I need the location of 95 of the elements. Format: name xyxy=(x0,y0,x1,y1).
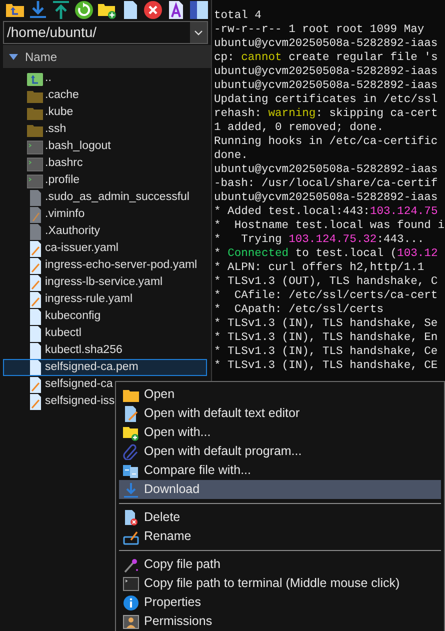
sort-arrow-icon xyxy=(9,54,18,60)
menu-item[interactable]: Open xyxy=(119,385,441,404)
file-icon xyxy=(27,342,43,358)
menu-item[interactable]: Permissions xyxy=(119,612,441,631)
file-icon xyxy=(27,326,43,342)
menu-item[interactable]: Download xyxy=(119,480,441,499)
menu-item[interactable]: Properties xyxy=(119,593,441,612)
terminal-line: * TLSv1.3 (IN), TLS handshake, En xyxy=(214,331,439,345)
rename-icon xyxy=(123,528,139,544)
file-list-item[interactable]: .kube xyxy=(3,104,207,121)
terminal-line: ubuntu@ycvm20250508a-5282892-iaas xyxy=(214,65,439,79)
refresh-icon[interactable] xyxy=(74,0,94,20)
terminal-line: * CAfile: /etc/ssl/certs/ca-cert xyxy=(214,289,439,303)
terminal-line: done. xyxy=(214,149,249,163)
terminal-line: * Connected to test.local (103.12 xyxy=(214,247,439,261)
close-icon[interactable] xyxy=(143,0,163,20)
edit-file-icon xyxy=(27,206,43,222)
terminal-line: * TLSv1.3 (IN), TLS handshake, Se xyxy=(214,317,439,331)
file-list-item[interactable]: kubectl xyxy=(3,325,207,342)
terminal-line: * Hostname test.local was found i xyxy=(214,219,445,233)
file-list-item[interactable]: .. xyxy=(3,70,207,87)
chevron-down-icon xyxy=(194,30,203,36)
terminal-line: rehash: warning: skipping ca-cert xyxy=(214,107,439,121)
name-column-header[interactable]: Name xyxy=(3,45,211,68)
terminal-line: Running hooks in /etc/ca-certific xyxy=(214,135,439,149)
file-icon xyxy=(27,308,43,324)
dropdown-button[interactable] xyxy=(190,22,207,43)
menu-item[interactable]: Compare file with... xyxy=(119,461,441,480)
terminal-line: 1 added, 0 removed; done. xyxy=(214,121,384,135)
file-list-item[interactable]: .bashrc xyxy=(3,155,207,172)
terminal-line: cp: cannot create regular file 's xyxy=(214,51,439,65)
info-icon xyxy=(123,594,139,610)
file-list-item[interactable]: .sudo_as_admin_successful xyxy=(3,189,207,206)
menu-item[interactable]: Open with default text editor xyxy=(119,404,441,423)
terminal-line: * CApath: /etc/ssl/certs xyxy=(214,303,384,317)
file-list-item[interactable]: ingress-rule.yaml xyxy=(3,291,207,308)
file-list-item[interactable]: ingress-echo-server-pod.yaml xyxy=(3,257,207,274)
terminal-line: Updating certificates in /etc/ssl xyxy=(214,93,439,107)
edit-file-icon xyxy=(27,394,43,410)
terminal-line: -bash: /usr/local/share/ca-certif xyxy=(214,177,439,191)
parent-folder-icon xyxy=(27,70,43,86)
menu-item[interactable]: Open with... xyxy=(119,423,441,442)
menu-item[interactable]: Copy file path to terminal (Middle mouse click) xyxy=(119,574,441,593)
file-list-item[interactable]: .viminfo xyxy=(3,206,207,223)
terminal-line: * TLSv1.3 (IN), TLS handshake, Ce xyxy=(214,345,439,359)
terminal-line: * Added test.local:443:103.124.75 xyxy=(214,205,439,219)
file-icon xyxy=(27,360,43,376)
user-icon xyxy=(123,614,139,630)
magic-wand-icon xyxy=(123,556,139,572)
edit-file-icon xyxy=(27,274,43,290)
panel-layout-icon[interactable] xyxy=(189,0,209,20)
file-list-item[interactable]: .bash_logout xyxy=(3,138,207,155)
file-list-item[interactable]: .profile xyxy=(3,172,207,189)
file-list-item[interactable]: ingress-lb-service.yaml xyxy=(3,274,207,291)
edit-file-icon xyxy=(27,292,43,308)
terminal-line: * TLSv1.3 (IN), TLS handshake, CE xyxy=(214,359,439,373)
delete-file-icon xyxy=(123,510,139,526)
terminal-line: total 4 xyxy=(214,9,262,23)
terminal-line: ubuntu@ycvm20250508a-5282892-iaas xyxy=(214,163,439,177)
upload-icon[interactable] xyxy=(51,0,71,20)
download-icon[interactable] xyxy=(28,0,48,20)
terminal-line: ubuntu@ycvm20250508a-5282892-iaas xyxy=(214,79,439,93)
edit-file-icon xyxy=(123,406,139,422)
terminal-line: * ALPN: curl offers h2,http/1.1 xyxy=(214,261,426,275)
file-icon xyxy=(27,190,43,206)
terminal-line: * Trying 103.124.75.32:443... xyxy=(214,233,426,247)
terminal-line: ubuntu@ycvm20250508a-5282892-iaas xyxy=(214,191,439,205)
file-list-item[interactable]: kubectl.sha256 xyxy=(3,342,207,359)
terminal-file-icon xyxy=(27,156,43,172)
terminal-icon xyxy=(123,576,139,592)
file-list-item[interactable]: .Xauthority xyxy=(3,223,207,240)
menu-item[interactable]: Delete xyxy=(119,508,441,527)
text-file-icon[interactable] xyxy=(166,0,186,20)
edit-file-icon xyxy=(27,240,43,256)
file-icon xyxy=(27,224,43,240)
terminal-file-icon xyxy=(27,172,43,188)
file-list-item[interactable]: kubeconfig xyxy=(3,308,207,325)
compare-files-icon xyxy=(123,462,139,478)
folder-add-icon xyxy=(123,424,139,440)
menu-item[interactable]: Copy file path xyxy=(119,555,441,574)
terminal-line: ubuntu@ycvm20250508a-5282892-iaas xyxy=(214,37,439,51)
file-list-item[interactable]: .cache xyxy=(3,87,207,104)
file-list-item[interactable]: ca-issuer.yaml xyxy=(3,240,207,257)
file-list-item[interactable]: selfsigned-ca.pem xyxy=(3,359,207,376)
terminal-file-icon xyxy=(27,138,43,154)
edit-file-icon xyxy=(27,258,43,274)
path-field[interactable]: /home/ubuntu/ xyxy=(3,21,208,44)
download-icon xyxy=(123,482,139,498)
terminal-line: -rw-r--r-- 1 root root 1099 May xyxy=(214,23,426,37)
paperclip-icon xyxy=(123,444,139,460)
menu-item[interactable]: Rename xyxy=(119,527,441,546)
file-list-item[interactable]: .ssh xyxy=(3,121,207,138)
edit-file-icon xyxy=(27,376,43,392)
menu-item[interactable]: Open with default program... xyxy=(119,442,441,461)
terminal-line: * TLSv1.3 (OUT), TLS handshake, C xyxy=(214,275,439,289)
